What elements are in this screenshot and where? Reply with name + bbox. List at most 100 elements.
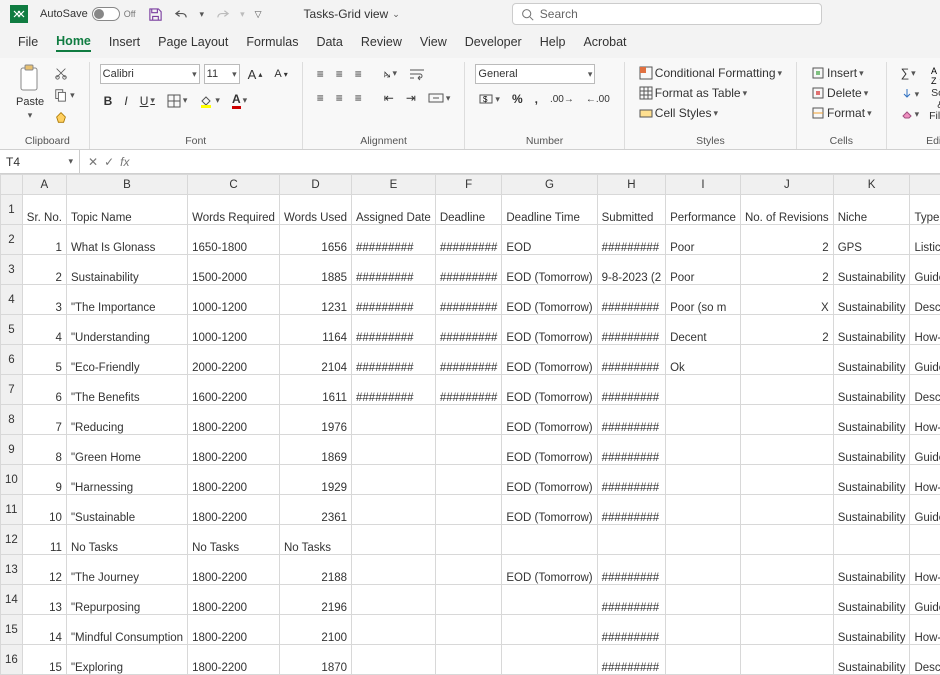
- cell[interactable]: [666, 465, 741, 495]
- cell[interactable]: 1000-1200: [188, 315, 280, 345]
- autosum-button[interactable]: ∑▾: [897, 64, 924, 82]
- cell[interactable]: 6: [22, 375, 66, 405]
- cell[interactable]: 1611: [279, 375, 351, 405]
- cell[interactable]: Listicle: [910, 225, 940, 255]
- cell[interactable]: Sustainability: [66, 255, 187, 285]
- row-header[interactable]: 3: [1, 255, 23, 285]
- cell[interactable]: 1500-2000: [188, 255, 280, 285]
- tab-home[interactable]: Home: [56, 34, 91, 52]
- redo-dropdown[interactable]: ▾: [240, 9, 245, 20]
- cell[interactable]: [740, 585, 833, 615]
- select-all-corner[interactable]: [1, 175, 23, 195]
- cell[interactable]: #########: [597, 345, 665, 375]
- cell[interactable]: #########: [435, 225, 502, 255]
- redo-icon[interactable]: [214, 6, 230, 22]
- cell[interactable]: 2188: [279, 555, 351, 585]
- row-header[interactable]: 12: [1, 525, 23, 555]
- cell[interactable]: 1000-1200: [188, 285, 280, 315]
- align-middle-button[interactable]: ≡: [332, 65, 347, 83]
- enter-formula-icon[interactable]: ✓: [104, 155, 114, 169]
- cell[interactable]: #########: [597, 285, 665, 315]
- tab-help[interactable]: Help: [540, 35, 566, 51]
- cell[interactable]: 2: [740, 225, 833, 255]
- cell[interactable]: Guide: [910, 495, 940, 525]
- tab-review[interactable]: Review: [361, 35, 402, 51]
- column-header-C[interactable]: C: [188, 175, 280, 195]
- cell[interactable]: [740, 525, 833, 555]
- cell[interactable]: 5: [22, 345, 66, 375]
- header-cell[interactable]: Niche: [833, 195, 910, 225]
- column-header-K[interactable]: K: [833, 175, 910, 195]
- insert-cells-button[interactable]: Insert ▾: [807, 64, 868, 82]
- cell[interactable]: Sustainability: [833, 495, 910, 525]
- row-header[interactable]: 15: [1, 615, 23, 645]
- cell[interactable]: [435, 495, 502, 525]
- cell[interactable]: [740, 405, 833, 435]
- cell[interactable]: [666, 585, 741, 615]
- cell[interactable]: [597, 525, 665, 555]
- qat-customize[interactable]: ▽: [255, 9, 262, 20]
- cell[interactable]: [740, 465, 833, 495]
- cell[interactable]: #########: [435, 255, 502, 285]
- cell[interactable]: Decent: [666, 315, 741, 345]
- header-cell[interactable]: Performance: [666, 195, 741, 225]
- cell[interactable]: #########: [597, 555, 665, 585]
- cell[interactable]: Description: [910, 375, 940, 405]
- cell[interactable]: "Understanding: [66, 315, 187, 345]
- cell[interactable]: [352, 615, 436, 645]
- cell[interactable]: Sustainability: [833, 555, 910, 585]
- percent-button[interactable]: %: [508, 90, 527, 108]
- cell[interactable]: X: [740, 285, 833, 315]
- cell[interactable]: #########: [597, 615, 665, 645]
- cell[interactable]: Guide: [910, 345, 940, 375]
- cell[interactable]: How-to: [910, 315, 940, 345]
- cell[interactable]: Guide: [910, 585, 940, 615]
- row-header[interactable]: 10: [1, 465, 23, 495]
- cell-styles-button[interactable]: Cell Styles▾: [635, 104, 722, 122]
- cell[interactable]: Poor (so m: [666, 285, 741, 315]
- cell[interactable]: 1164: [279, 315, 351, 345]
- cell[interactable]: How-to: [910, 555, 940, 585]
- cell[interactable]: EOD (Tomorrow): [502, 495, 597, 525]
- cell[interactable]: 1800-2200: [188, 495, 280, 525]
- header-cell[interactable]: Words Required: [188, 195, 280, 225]
- header-cell[interactable]: Words Used: [279, 195, 351, 225]
- column-header-G[interactable]: G: [502, 175, 597, 195]
- cell[interactable]: "Sustainable: [66, 495, 187, 525]
- increase-indent-button[interactable]: ⇥: [402, 89, 420, 107]
- cell[interactable]: "Repurposing: [66, 585, 187, 615]
- clear-button[interactable]: ▾: [897, 106, 924, 122]
- row-header[interactable]: 14: [1, 585, 23, 615]
- row-header[interactable]: 16: [1, 645, 23, 675]
- align-center-button[interactable]: ≡: [332, 89, 347, 107]
- wrap-text-button[interactable]: [405, 65, 429, 83]
- spreadsheet-grid[interactable]: ABCDEFGHIJKLMNOP 1Sr. No.Topic NameWords…: [0, 174, 940, 675]
- cell[interactable]: 1656: [279, 225, 351, 255]
- cell[interactable]: 1870: [279, 645, 351, 675]
- cell[interactable]: 15: [22, 645, 66, 675]
- column-header-B[interactable]: B: [66, 175, 187, 195]
- cell[interactable]: [435, 645, 502, 675]
- undo-icon[interactable]: [174, 6, 190, 22]
- cell[interactable]: 1: [22, 225, 66, 255]
- cell[interactable]: No Tasks: [279, 525, 351, 555]
- header-cell[interactable]: No. of Revisions: [740, 195, 833, 225]
- column-header-E[interactable]: E: [352, 175, 436, 195]
- header-cell[interactable]: Sr. No.: [22, 195, 66, 225]
- cell[interactable]: 2: [740, 315, 833, 345]
- cell[interactable]: 8: [22, 435, 66, 465]
- font-name-combo[interactable]: Calibri▾: [100, 64, 200, 84]
- decrease-font-button[interactable]: A▾: [270, 66, 291, 82]
- tab-view[interactable]: View: [420, 35, 447, 51]
- cell[interactable]: #########: [597, 465, 665, 495]
- undo-dropdown[interactable]: ▾: [200, 9, 205, 20]
- tab-acrobat[interactable]: Acrobat: [583, 35, 626, 51]
- cell[interactable]: [352, 405, 436, 435]
- accounting-button[interactable]: $▾: [475, 90, 504, 108]
- cell[interactable]: #########: [352, 285, 436, 315]
- cell[interactable]: How-to: [910, 615, 940, 645]
- cell[interactable]: [435, 615, 502, 645]
- cell[interactable]: 1869: [279, 435, 351, 465]
- cell[interactable]: Sustainability: [833, 375, 910, 405]
- cell[interactable]: EOD (Tomorrow): [502, 405, 597, 435]
